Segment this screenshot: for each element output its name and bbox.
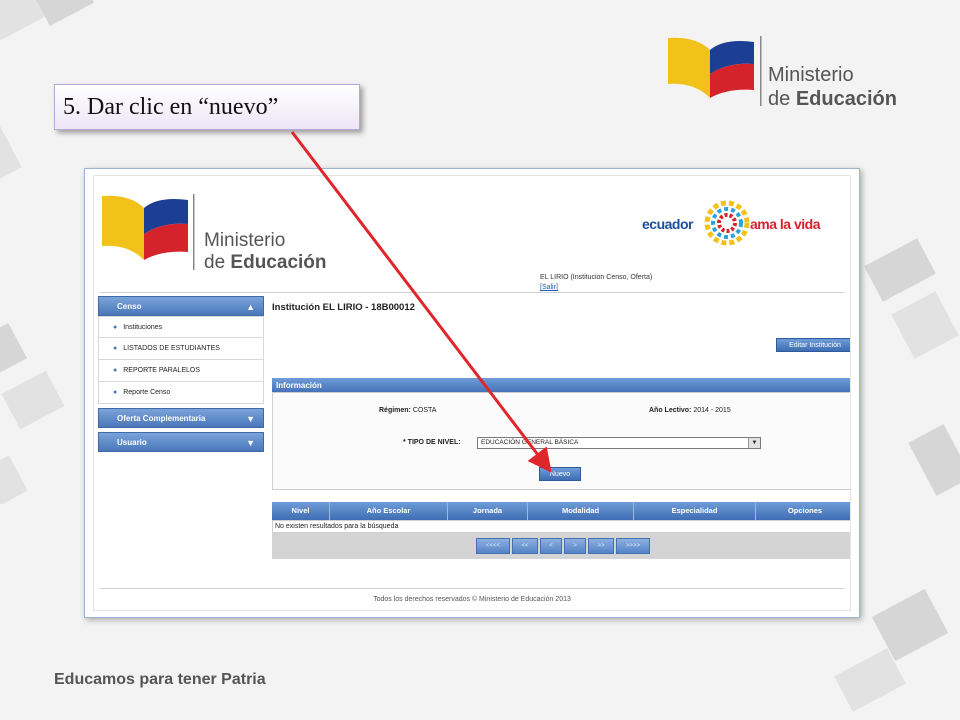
sidebar-item-reporte-paralelos[interactable]: ● REPORTE PARALELOS: [98, 360, 264, 382]
regimen-field: Régimen: COSTA: [379, 407, 437, 414]
logo-line2: de Educación: [768, 88, 897, 110]
sidebar-item-reporte-censo[interactable]: ● Reporte Censo: [98, 382, 264, 404]
chevron-down-icon: ▼: [246, 414, 255, 424]
column-header[interactable]: Opciones: [756, 502, 850, 520]
sidebar-item-listados[interactable]: ● LISTADOS DE ESTUDIANTES: [98, 338, 264, 360]
chevron-up-icon: ▲: [246, 302, 255, 312]
bullet-icon: ●: [113, 324, 118, 331]
pager-first-button[interactable]: <<<<: [476, 538, 510, 554]
sidebar-item-instituciones[interactable]: ● Instituciones: [98, 316, 264, 338]
footer-divider: [100, 588, 844, 589]
column-header[interactable]: Jornada: [448, 502, 528, 520]
app-screenshot: Ministerio de Educación ecuador ama la v…: [84, 168, 860, 618]
user-info: EL LIRIO (Institucion Censo, Oferta): [540, 274, 653, 281]
bullet-icon: ●: [113, 389, 118, 396]
ecuador-ama-la-vida-logo: ecuador ama la vida: [640, 198, 850, 258]
pager-prev-page-button[interactable]: <<: [512, 538, 538, 554]
header-divider: [100, 292, 844, 293]
logout-link[interactable]: [Salir]: [540, 284, 558, 291]
sun-icon: [704, 200, 750, 246]
results-table-header: Nivel Año Escolar Jornada Modalidad Espe…: [272, 502, 850, 520]
slide-logo: Ministerio de Educación: [666, 34, 926, 114]
app-logo: Ministerio de Educación: [100, 192, 330, 282]
column-header[interactable]: Especialidad: [634, 502, 756, 520]
footer-text: Todos los derechos reservados © Minister…: [373, 596, 571, 603]
sidebar-section-censo[interactable]: Censo ▲: [98, 296, 264, 316]
slide-tagline: Educamos para tener Patria: [54, 671, 266, 688]
sidebar-section-usuario[interactable]: Usuario ▼: [98, 432, 264, 452]
info-box: Régimen: COSTA Año Lectivo: 2014 - 2015 …: [272, 392, 850, 490]
pager-next-button[interactable]: >: [564, 538, 586, 554]
column-header[interactable]: Modalidad: [528, 502, 634, 520]
app-logo-line2: de Educación: [204, 252, 327, 273]
anio-lectivo-field: Año Lectivo: 2014 - 2015: [649, 407, 731, 414]
empty-results-message: No existen resultados para la búsqueda: [272, 520, 850, 533]
logo-line1: Ministerio: [768, 64, 854, 86]
column-header[interactable]: Nivel: [272, 502, 330, 520]
tipo-nivel-select[interactable]: EDUCACIÓN GENERAL BÁSICA ▼: [477, 437, 761, 449]
censo-menu: ● Instituciones ● LISTADOS DE ESTUDIANTES …: [98, 316, 264, 404]
pager-last-button[interactable]: >>>>: [616, 538, 650, 554]
pager-next-page-button[interactable]: >>: [588, 538, 614, 554]
page-title: Institución EL LIRIO - 18B00012: [272, 302, 415, 313]
eco-left-text: ecuador: [642, 216, 693, 232]
ministerio-flag-icon: [668, 36, 762, 106]
edit-institution-button[interactable]: Editar Institución: [776, 338, 850, 352]
bullet-icon: ●: [113, 345, 118, 352]
pager-prev-button[interactable]: <: [540, 538, 562, 554]
app-logo-line1: Ministerio: [204, 230, 286, 251]
chevron-down-icon: ▼: [246, 438, 255, 448]
instruction-callout: 5. Dar clic en “nuevo”: [54, 84, 360, 130]
ministerio-flag-icon: [102, 194, 195, 270]
nuevo-button[interactable]: Nuevo: [539, 467, 581, 481]
eco-right-text: ama la vida: [750, 216, 821, 232]
pager: <<<< << < > >> >>>>: [272, 533, 850, 559]
sidebar-section-oferta[interactable]: Oferta Complementaria ▼: [98, 408, 264, 428]
tipo-nivel-label: * TIPO DE NIVEL:: [403, 439, 461, 446]
column-header[interactable]: Año Escolar: [330, 502, 448, 520]
bullet-icon: ●: [113, 367, 118, 374]
sidebar: Censo ▲ ● Instituciones ● LISTADOS DE ESTU…: [98, 296, 264, 456]
dropdown-arrow-icon: ▼: [748, 438, 760, 448]
